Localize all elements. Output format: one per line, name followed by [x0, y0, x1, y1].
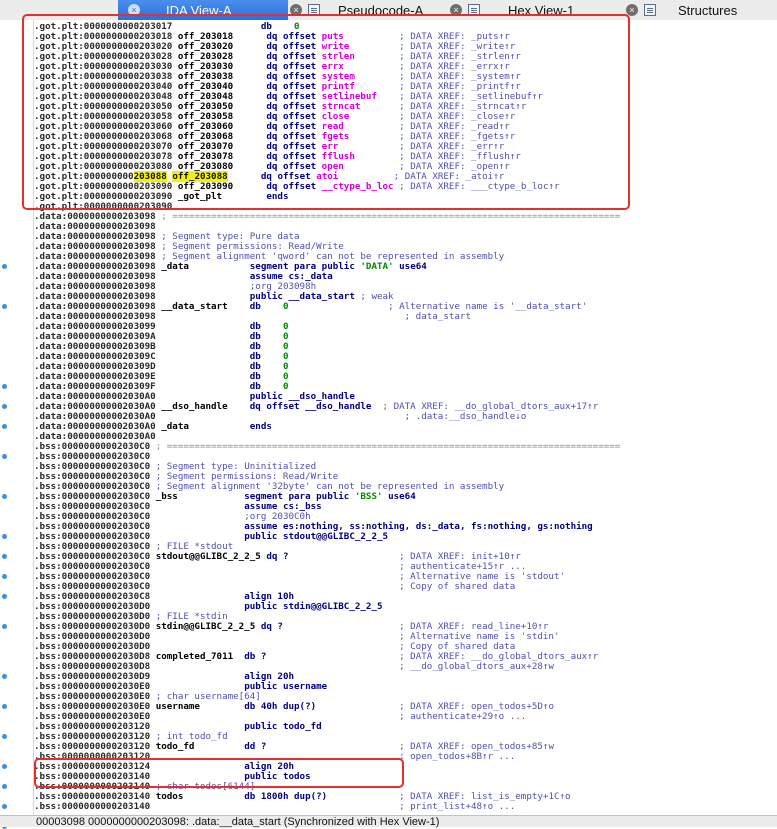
tab-ida-view-a[interactable]: × IDA View-A: [118, 0, 288, 20]
status-bar: 00003098 0000000000203098: .data:__data_…: [0, 815, 777, 828]
listing-token: ; DATA XREF: ___ctype_b_loc↑r: [393, 181, 560, 192]
tab-bar: × IDA View-A × Pseudocode-A × Hex View-1…: [0, 0, 777, 21]
listing-token: ; ======================================…: [155, 441, 621, 452]
tab-label: IDA View-A: [166, 2, 232, 18]
line-marker-icon: [2, 264, 7, 269]
tab-label: Pseudocode-A: [338, 2, 424, 18]
line-marker-icon: [2, 454, 7, 459]
line-marker-icon: [2, 734, 7, 739]
listing-token: ; print_list+48↑o ...: [155, 801, 516, 812]
close-icon[interactable]: ×: [290, 4, 302, 16]
listing-token: public todo_fd: [244, 721, 322, 732]
disassembly-listing[interactable]: .got.plt:0000000000203017 db 0 .got.plt:0…: [34, 20, 777, 815]
structures-icon: [644, 4, 656, 16]
listing-token: __ctype_b_loc: [321, 181, 394, 192]
tab-hex-view-1[interactable]: × Hex View-1: [450, 0, 620, 20]
line-marker-icon: [2, 784, 7, 789]
line-marker-icon: [2, 304, 7, 309]
line-marker-icon: [2, 704, 7, 709]
listing-token: 'DATA': [360, 261, 394, 272]
listing-token: .bss:0000000000203140: [34, 801, 156, 812]
line-marker-icon: [2, 404, 7, 409]
tab-pseudocode-a[interactable]: × Pseudocode-A: [290, 0, 450, 20]
line-marker-icon: [2, 494, 7, 499]
line-marker-icon: [2, 554, 7, 559]
listing-line[interactable]: .bss:0000000000203140 ; print_list+48↑o …: [34, 802, 515, 812]
close-icon[interactable]: ×: [626, 4, 638, 16]
listing-token: use64: [393, 261, 427, 272]
line-marker-icon: [2, 594, 7, 599]
listing-token: public stdin@@GLIBC_2_2_5: [244, 601, 383, 612]
listing-token: use64: [382, 491, 416, 502]
breakpoint-gutter[interactable]: [0, 20, 34, 829]
pseudocode-icon: [308, 4, 320, 16]
listing-token: public stdout@@GLIBC_2_2_5: [244, 531, 389, 542]
close-icon[interactable]: ×: [128, 4, 140, 16]
hex-view-icon: [468, 4, 480, 16]
line-marker-icon: [2, 764, 7, 769]
line-marker-icon: [2, 424, 7, 429]
listing-token: ends: [249, 421, 272, 432]
tab-structures[interactable]: × Structures: [626, 0, 777, 20]
tab-label: Structures: [678, 2, 738, 18]
line-marker-icon: [2, 384, 7, 389]
listing-token: 'BSS': [354, 491, 383, 502]
line-marker-icon: [2, 804, 7, 809]
line-marker-icon: [2, 534, 7, 539]
listing-token: ends: [266, 191, 289, 202]
line-marker-icon: [2, 574, 7, 579]
listing-token: ; ======================================…: [161, 211, 621, 222]
line-marker-icon: [2, 624, 7, 629]
listing-token: _got_plt: [177, 191, 267, 202]
close-icon[interactable]: ×: [450, 4, 462, 16]
tab-label: Hex View-1: [508, 2, 575, 18]
listing-token: _data: [161, 421, 250, 432]
line-marker-icon: [2, 674, 7, 679]
